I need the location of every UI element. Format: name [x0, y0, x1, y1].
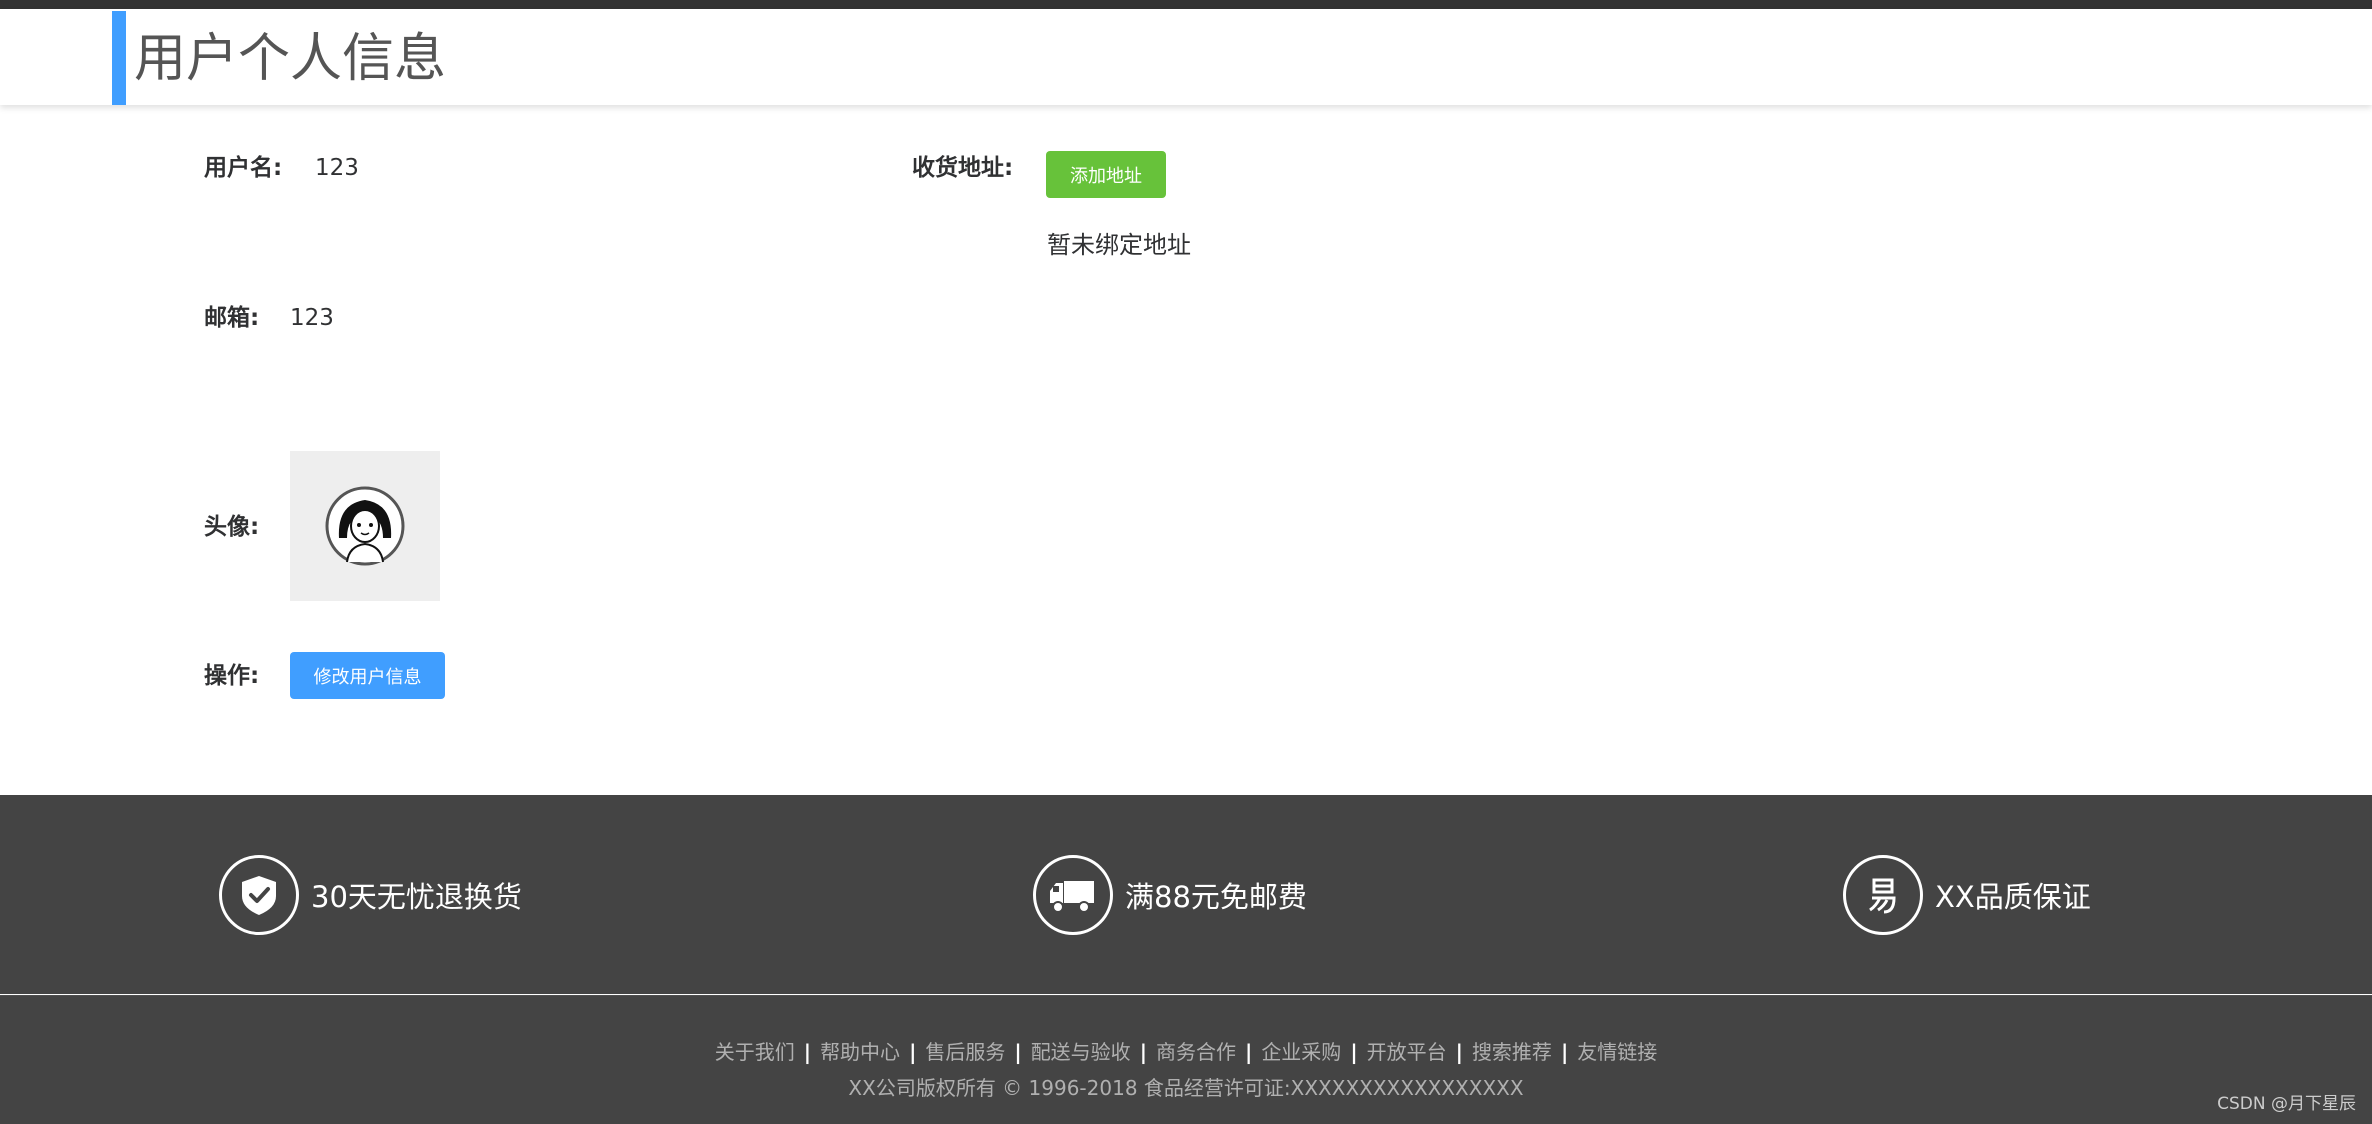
- username-value: 123: [315, 155, 359, 181]
- promise-quality-text: XX品质保证: [1935, 880, 2091, 914]
- footer-separator: |: [803, 1040, 812, 1064]
- promise-quality: XX品质保证: [1843, 855, 2091, 935]
- header-accent-bar: [112, 11, 126, 105]
- footer-separator: |: [1455, 1040, 1463, 1064]
- footer-copyright: XX公司版权所有 © 1996-2018 食品经营许可证:XXXXXXXXXXX…: [848, 1076, 1524, 1100]
- shield-check-icon: [219, 855, 299, 935]
- footer-links-section: 关于我们 | 帮助中心 | 售后服务 | 配送与验收 | 商务合作 | 企业采购 | 开放平台 | 搜索推荐…: [0, 995, 2372, 1124]
- action-label: 操作:: [204, 663, 260, 689]
- promise-shipping: 满88元免邮费: [1033, 855, 1307, 935]
- top-bar: [0, 0, 2372, 9]
- footer-links: 关于我们 | 帮助中心 | 售后服务 | 配送与验收 | 商务合作 | 企业采购 | 开放平台 | 搜索推荐…: [0, 1036, 2372, 1065]
- footer-separator: |: [1139, 1040, 1147, 1064]
- email-label: 邮箱:: [204, 305, 260, 331]
- avatar-container[interactable]: [290, 451, 440, 601]
- footer-link-friends[interactable]: 友情链接: [1577, 1040, 1657, 1064]
- page-header: 用户个人信息: [0, 9, 2372, 105]
- yi-logo-icon: [1843, 855, 1923, 935]
- truck-icon: [1033, 855, 1113, 935]
- footer-separator: |: [1014, 1040, 1022, 1064]
- footer-separator: |: [1245, 1040, 1253, 1064]
- edit-profile-button[interactable]: 修改用户信息: [290, 652, 445, 699]
- promise-return: 30天无忧退换货: [219, 855, 522, 935]
- add-address-button[interactable]: 添加地址: [1046, 151, 1166, 198]
- footer-link-business[interactable]: 商务合作: [1156, 1040, 1236, 1064]
- footer-separator: |: [1560, 1040, 1569, 1064]
- promise-shipping-text: 满88元免邮费: [1125, 880, 1307, 914]
- footer-link-search[interactable]: 搜索推荐: [1472, 1040, 1552, 1064]
- footer-separator: |: [1350, 1040, 1358, 1064]
- address-empty-text: 暂未绑定地址: [1047, 231, 1191, 259]
- avatar-label: 头像:: [204, 514, 260, 540]
- footer-link-about[interactable]: 关于我们: [715, 1040, 795, 1064]
- page-title: 用户个人信息: [134, 29, 447, 89]
- footer-link-aftersale[interactable]: 售后服务: [925, 1040, 1005, 1064]
- promise-return-text: 30天无忧退换货: [311, 880, 522, 914]
- footer-link-delivery[interactable]: 配送与验收: [1031, 1040, 1131, 1064]
- watermark: CSDN @月下星辰: [2217, 1094, 2356, 1114]
- footer-link-help[interactable]: 帮助中心: [820, 1040, 900, 1064]
- address-label: 收货地址:: [912, 155, 1014, 181]
- email-value: 123: [290, 305, 334, 331]
- username-label: 用户名:: [204, 155, 283, 181]
- footer-promises: 30天无忧退换货 满88元免邮费 XX品质保证: [0, 795, 2372, 994]
- footer-separator: |: [909, 1040, 917, 1064]
- avatar: [325, 486, 405, 566]
- footer-link-open-platform[interactable]: 开放平台: [1367, 1040, 1447, 1064]
- footer-link-enterprise[interactable]: 企业采购: [1261, 1040, 1341, 1064]
